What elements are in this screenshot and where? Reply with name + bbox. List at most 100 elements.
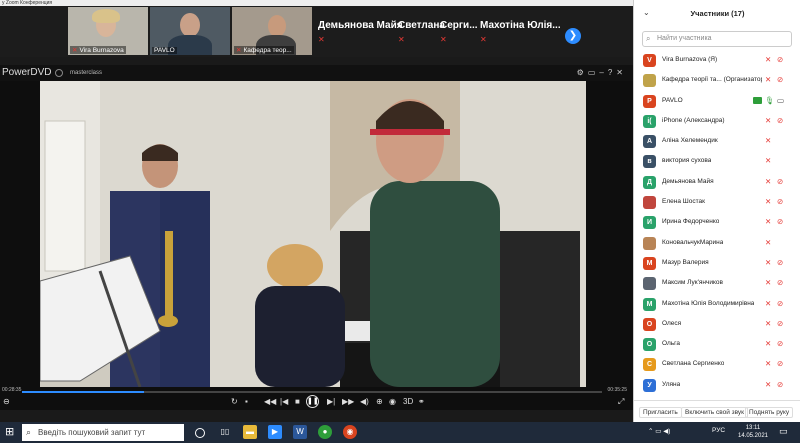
camera-off-icon[interactable]: ⊘ bbox=[777, 258, 783, 267]
link-icon[interactable]: ⚭ bbox=[418, 397, 425, 406]
green-app-icon[interactable]: ● bbox=[318, 425, 332, 439]
seek-bar[interactable] bbox=[22, 391, 602, 393]
tray-icons[interactable]: ⌃ ▭ ◀) bbox=[648, 427, 670, 435]
zoom-app-icon[interactable]: ▶ bbox=[268, 425, 282, 439]
video-frame[interactable] bbox=[40, 81, 586, 387]
notifications-icon[interactable]: ▭ bbox=[779, 426, 788, 437]
camera-on-icon[interactable]: ▭ bbox=[777, 96, 784, 105]
mic-muted-icon[interactable]: ✕ bbox=[765, 217, 771, 226]
mic-muted-icon[interactable]: ✕ bbox=[765, 319, 771, 328]
camera-off-icon[interactable]: ⊘ bbox=[777, 116, 783, 125]
mic-muted-icon[interactable]: ✕ bbox=[765, 177, 771, 186]
mic-muted-icon[interactable]: ✕ bbox=[765, 278, 771, 287]
unmute-button[interactable]: Включить свой звук bbox=[681, 407, 749, 418]
participant-row[interactable]: Д Демьянова Майя ✕ ⊘ bbox=[634, 173, 800, 193]
invite-button[interactable]: Пригласить bbox=[639, 407, 682, 418]
camera-off-icon[interactable]: ⊘ bbox=[777, 359, 783, 368]
mic-muted-icon[interactable]: ✕ bbox=[765, 258, 771, 267]
participant-row[interactable]: И Ирина Федорченко ✕ ⊘ bbox=[634, 213, 800, 233]
zoom-icon[interactable]: ⊕ bbox=[376, 397, 383, 406]
participant-row[interactable]: Максим Лук'янчиков ✕ ⊘ bbox=[634, 274, 800, 294]
volume-icon[interactable]: ◀) bbox=[360, 397, 369, 406]
participant-name: Ирина Федорченко bbox=[662, 218, 720, 226]
camera-off-icon[interactable]: ⊘ bbox=[777, 75, 783, 84]
participant-row[interactable]: КоновальчукМарина ✕ bbox=[634, 234, 800, 254]
camera-off-icon[interactable]: ⊘ bbox=[777, 319, 783, 328]
stop-icon[interactable]: ▪ bbox=[245, 397, 248, 406]
camera-off-icon[interactable]: ⊘ bbox=[777, 278, 783, 287]
language-indicator[interactable]: РУС bbox=[712, 427, 725, 434]
camera-off-icon[interactable]: ⊘ bbox=[777, 55, 783, 64]
name-tile-demianova[interactable]: Демьянова Майя ✕ bbox=[318, 20, 403, 44]
3d-icon[interactable]: 3D bbox=[403, 397, 413, 406]
video-tile-vira[interactable]: ✕ Vira Burnazova bbox=[68, 7, 148, 55]
participant-row[interactable]: V Vira Burnazova (Я) ✕ ⊘ bbox=[634, 51, 800, 71]
windows-start-icon[interactable]: ⊞ bbox=[5, 426, 17, 438]
mic-muted-icon[interactable]: ✕ bbox=[765, 156, 771, 165]
mic-muted-icon[interactable]: ✕ bbox=[765, 75, 771, 84]
gear-icon[interactable]: ⚙ bbox=[577, 68, 588, 77]
back-icon[interactable]: ⊖ bbox=[3, 397, 10, 406]
participant-row[interactable]: А Аліна Хелемендик ✕ bbox=[634, 132, 800, 152]
player-info-icon[interactable] bbox=[55, 69, 63, 77]
mic-muted-icon[interactable]: ✕ bbox=[765, 359, 771, 368]
prev-icon[interactable]: ◀◀ bbox=[264, 397, 276, 406]
participant-row[interactable]: М Махотіна Юлія Володимирівна ✕ ⊘ bbox=[634, 295, 800, 315]
participant-name: Светлана Сергиенко bbox=[662, 360, 725, 368]
mic-muted-icon[interactable]: ✕ bbox=[765, 380, 771, 389]
participant-row[interactable]: Елена Шостак ✕ ⊘ bbox=[634, 193, 800, 213]
camera-off-icon[interactable]: ⊘ bbox=[777, 339, 783, 348]
participant-row[interactable]: М Мазур Валерия ✕ ⊘ bbox=[634, 254, 800, 274]
mic-muted-icon[interactable]: ✕ bbox=[765, 238, 771, 247]
name-tile-sergi[interactable]: Серги... ✕ bbox=[440, 20, 478, 44]
participant-row[interactable]: О Олеся ✕ ⊘ bbox=[634, 315, 800, 335]
mic-muted-icon[interactable]: ✕ bbox=[765, 116, 771, 125]
camera-off-icon[interactable]: ⊘ bbox=[777, 380, 783, 389]
time-total: 00:35:25 bbox=[607, 387, 627, 393]
participant-row[interactable]: в виктория сухова ✕ bbox=[634, 152, 800, 172]
tile-name: PAVLO bbox=[154, 47, 175, 54]
mic-on-icon[interactable]: 🎙 bbox=[765, 96, 775, 105]
participant-row[interactable]: Кафедра теорії та... (Организатор) ✕ ⊘ bbox=[634, 71, 800, 91]
name-tile-makhotina[interactable]: Махотіна Юлія... ✕ bbox=[480, 20, 561, 44]
camera-off-icon[interactable]: ⊘ bbox=[777, 197, 783, 206]
repeat-icon[interactable]: ↻ bbox=[231, 397, 238, 406]
mic-muted-icon[interactable]: ✕ bbox=[765, 197, 771, 206]
taskbar-clock[interactable]: 13:11 14.05.2021 bbox=[733, 424, 773, 440]
seek-bar-fill bbox=[22, 391, 144, 393]
task-view-icon[interactable]: ▯▯ bbox=[218, 425, 232, 439]
participant-row[interactable]: О Ольга ✕ ⊘ bbox=[634, 335, 800, 355]
participant-search-input[interactable]: ⌕ Найти участника bbox=[642, 31, 792, 47]
next-chapter-icon[interactable]: ▶| bbox=[327, 397, 335, 406]
view-icon[interactable]: ◉ bbox=[389, 397, 396, 406]
taskbar-search-input[interactable]: ⌕ Введіть пошуковий запит тут bbox=[22, 424, 184, 441]
video-tile-kafedra[interactable]: ✕ Кафедра теор... bbox=[232, 7, 312, 55]
fullscreen-icon[interactable]: ⤢ bbox=[618, 397, 624, 407]
raise-hand-button[interactable]: Поднять руку bbox=[745, 407, 794, 418]
participant-row[interactable]: У Уляна ✕ ⊘ bbox=[634, 376, 800, 396]
gallery-next-button[interactable]: ❯ bbox=[565, 28, 581, 44]
camera-off-icon[interactable]: ⊘ bbox=[777, 177, 783, 186]
name-tile-svetlana[interactable]: Светлана ✕ bbox=[398, 20, 445, 44]
mic-muted-icon[interactable]: ✕ bbox=[765, 136, 771, 145]
stop-button-icon[interactable]: ■ bbox=[295, 397, 300, 406]
video-tile-pavlo[interactable]: PAVLO bbox=[150, 7, 230, 55]
word-icon[interactable]: W bbox=[293, 425, 307, 439]
minimize-icon[interactable]: – bbox=[599, 68, 607, 77]
participant-row[interactable]: С Светлана Сергиенко ✕ ⊘ bbox=[634, 355, 800, 375]
mic-muted-icon[interactable]: ✕ bbox=[765, 55, 771, 64]
camera-off-icon[interactable]: ⊘ bbox=[777, 217, 783, 226]
participant-row[interactable]: i(iPhone (Александра) ✕ ⊘ bbox=[634, 112, 800, 132]
mic-muted-icon[interactable]: ✕ bbox=[765, 299, 771, 308]
participant-row[interactable]: P PAVLO 🎙 ▭ bbox=[634, 92, 800, 112]
file-explorer-icon[interactable]: ▬ bbox=[243, 425, 257, 439]
cortana-icon[interactable] bbox=[195, 428, 205, 438]
camera-off-icon[interactable]: ⊘ bbox=[777, 299, 783, 308]
chrome-icon[interactable]: ◉ bbox=[343, 425, 357, 439]
prev-chapter-icon[interactable]: |◀ bbox=[280, 397, 288, 406]
next-icon[interactable]: ▶▶ bbox=[342, 397, 354, 406]
close-icon[interactable]: ✕ bbox=[616, 68, 627, 77]
display-icon[interactable]: ▭ bbox=[588, 68, 600, 77]
play-pause-icon[interactable]: ❚❚ bbox=[306, 395, 319, 408]
mic-muted-icon[interactable]: ✕ bbox=[765, 339, 771, 348]
